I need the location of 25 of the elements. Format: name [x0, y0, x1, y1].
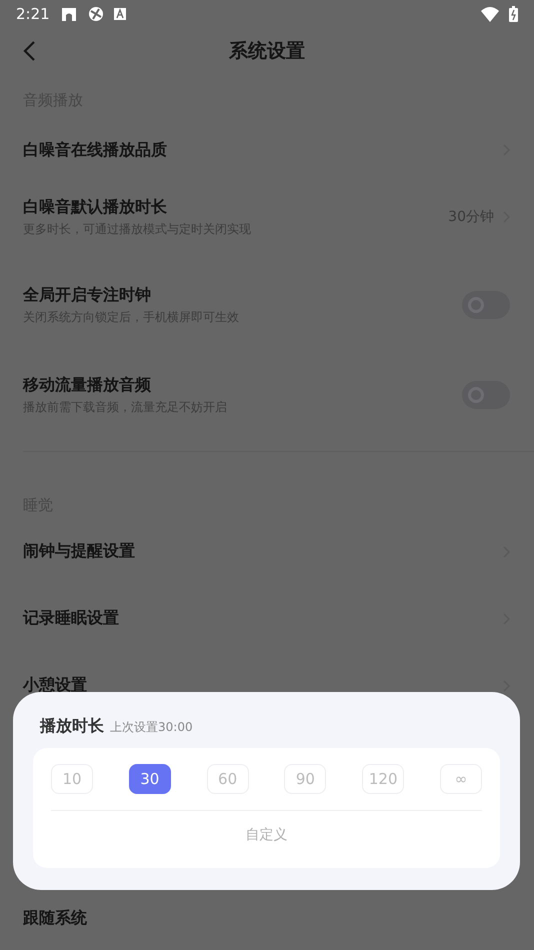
app-notification-icon: [88, 6, 104, 22]
duration-option[interactable]: 120: [362, 764, 404, 794]
wifi-icon: [481, 6, 499, 22]
duration-option[interactable]: ∞: [440, 764, 482, 794]
chevron-right-icon[interactable]: [502, 680, 510, 692]
duration-option[interactable]: 10: [51, 764, 93, 794]
page-title: 系统设置: [229, 39, 305, 64]
custom-button[interactable]: 自定义: [240, 825, 294, 845]
sheet-hint: 上次设置30:00: [110, 719, 193, 736]
sheet-title: 播放时长: [40, 716, 104, 737]
duration-option[interactable]: 30: [128, 764, 171, 794]
app-notification-icon: [114, 8, 126, 20]
duration-option[interactable]: 90: [284, 764, 326, 794]
setting-title: 全局开启专注时钟: [23, 284, 152, 306]
setting-title: 移动流量播放音频: [23, 374, 152, 396]
setting-title: 记录睡眠设置: [23, 608, 120, 629]
setting-title: 小憩设置: [23, 675, 88, 696]
setting-title: 白噪音在线播放品质: [23, 140, 168, 160]
setting-title: 闹钟与提醒设置: [23, 541, 136, 562]
app-notification-icon: [60, 5, 78, 23]
setting-title: 白噪音默认播放时长: [23, 196, 168, 218]
battery-icon: [509, 6, 518, 22]
duration-option[interactable]: 60: [206, 764, 249, 794]
status-time: 2:21: [16, 5, 50, 23]
setting-title: 跟随系统: [23, 908, 88, 928]
